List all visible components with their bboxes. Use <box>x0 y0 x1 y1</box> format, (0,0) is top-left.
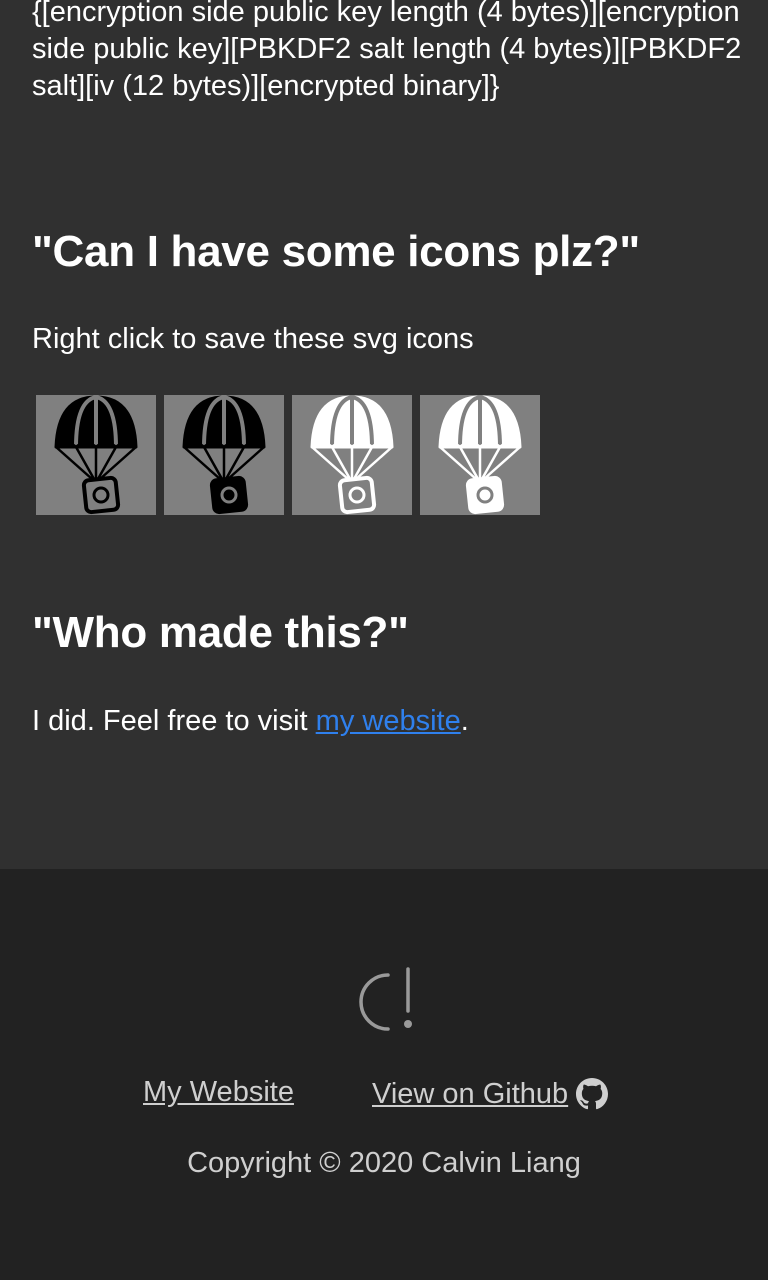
footer-links: My Website View on Github <box>0 1072 768 1116</box>
icons-row <box>36 395 540 515</box>
about-heading: "Who made this?" <box>32 608 409 657</box>
copyright: Copyright © 2020 Calvin Liang <box>187 1147 581 1179</box>
parachute-filled-black-icon[interactable] <box>164 395 284 515</box>
github-icon <box>576 1078 609 1110</box>
footer: My Website View on Github Copyright © 20… <box>0 869 768 1280</box>
about-text-after: . <box>460 705 469 737</box>
view-on-github-link[interactable]: View on Github <box>372 1074 609 1114</box>
format-description: {[encryption side public key length (4 b… <box>32 0 742 102</box>
footer-my-website-link[interactable]: My Website <box>143 1072 294 1112</box>
c-exclamation-logo-icon <box>359 967 412 1031</box>
icons-heading: "Can I have some icons plz?" <box>32 227 640 276</box>
about-text: I did. Feel free to visit my website. <box>32 702 469 740</box>
github-link-label: View on Github <box>372 1078 569 1110</box>
icons-description: Right click to save these svg icons <box>32 323 474 355</box>
parachute-outline-white-icon[interactable] <box>292 395 412 515</box>
main-content: {[encryption side public key length (4 b… <box>0 0 768 869</box>
parachute-outline-black-icon[interactable] <box>36 395 156 515</box>
about-text-before: I did. Feel free to visit <box>32 705 316 737</box>
page: {[encryption side public key length (4 b… <box>0 0 768 1280</box>
my-website-link[interactable]: my website <box>316 705 461 737</box>
parachute-filled-white-icon[interactable] <box>420 395 540 515</box>
